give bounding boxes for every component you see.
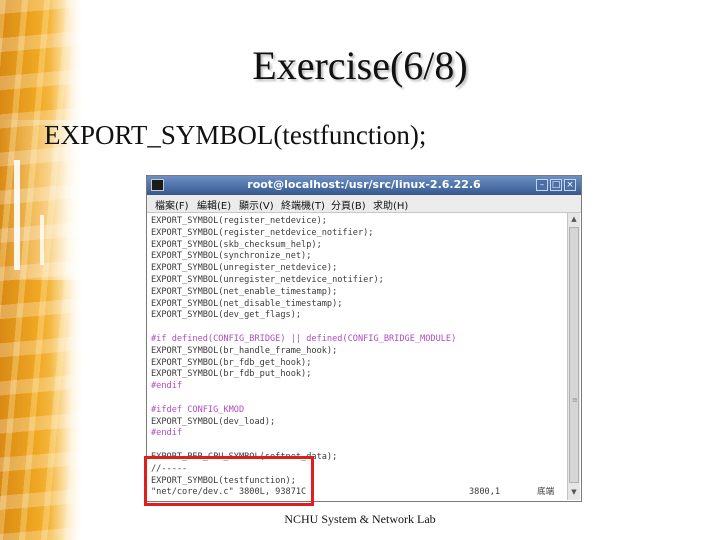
slide-title: Exercise(6/8) — [252, 43, 468, 88]
close-button[interactable]: × — [564, 179, 576, 191]
menu-terminal[interactable]: 終端機(T) — [281, 197, 325, 212]
cursor-position: 3800,1 — [469, 487, 501, 498]
maximize-button[interactable]: □ — [550, 179, 562, 191]
scrollbar-thumb[interactable]: ≡ — [569, 227, 579, 483]
scroll-up-arrow-icon[interactable]: ▲ — [569, 214, 579, 224]
scrollbar-grip-icon: ≡ — [572, 396, 578, 404]
code-line: EXPORT_SYMBOL(skb_checksum_help); — [151, 239, 322, 250]
code-line: EXPORT_SYMBOL(register_netdevice_notifie… — [151, 227, 374, 238]
terminal-window[interactable]: root@localhost:/usr/src/linux-2.6.22.6 –… — [146, 175, 582, 502]
menu-view[interactable]: 顯示(V) — [239, 197, 274, 212]
preprocessor-line: #if defined(CONFIG_BRIDGE) || defined(CO… — [151, 334, 457, 344]
minimize-button[interactable]: – — [536, 179, 548, 191]
decorative-bar — [40, 215, 44, 265]
slide-subtitle: EXPORT_SYMBOL(testfunction); — [44, 120, 427, 150]
preprocessor-line: #endif — [151, 428, 183, 439]
preprocessor-line: #ifdef CONFIG_KMOD — [151, 404, 245, 415]
code-line: EXPORT_SYMBOL(unregister_netdevice); — [151, 263, 338, 274]
code-line: EXPORT_SYMBOL(net_disable_timestamp); — [151, 298, 343, 309]
window-title: root@localhost:/usr/src/linux-2.6.22.6 — [247, 178, 481, 191]
code-line: EXPORT_SYMBOL(unregister_netdevice_notif… — [151, 275, 384, 285]
code-line: EXPORT_SYMBOL(br_handle_frame_hook); — [151, 345, 338, 356]
window-titlebar[interactable]: root@localhost:/usr/src/linux-2.6.22.6 –… — [147, 176, 581, 195]
scroll-down-arrow-icon[interactable]: ▼ — [569, 487, 579, 497]
vertical-scrollbar[interactable]: ▲ ≡ ▼ — [567, 213, 580, 500]
preprocessor-line: #endif — [151, 381, 183, 392]
code-line: EXPORT_SYMBOL(br_fdb_put_hook); — [151, 369, 312, 380]
slide-footer: NCHU System & Network Lab — [284, 512, 436, 526]
menu-help[interactable]: 求助(H) — [373, 197, 408, 212]
menu-bar: 檔案(F) 編輯(E) 顯示(V) 終端機(T) 分頁(B) 求助(H) — [147, 195, 581, 213]
menu-tabs[interactable]: 分頁(B) — [331, 197, 366, 212]
highlight-box — [144, 456, 314, 506]
code-line: EXPORT_SYMBOL(dev_get_flags); — [151, 310, 302, 321]
code-line: EXPORT_SYMBOL(register_netdevice); — [151, 216, 327, 226]
code-line: EXPORT_SYMBOL(br_fdb_get_hook); — [151, 357, 312, 368]
scroll-position: 底端 — [537, 487, 555, 498]
menu-file[interactable]: 檔案(F) — [155, 197, 189, 212]
code-line: EXPORT_SYMBOL(dev_load); — [151, 416, 276, 427]
code-line: EXPORT_SYMBOL(synchronize_net); — [151, 251, 312, 262]
decorative-bar — [14, 160, 20, 270]
code-line: EXPORT_SYMBOL(net_enable_timestamp); — [151, 286, 338, 297]
menu-edit[interactable]: 編輯(E) — [197, 197, 231, 212]
